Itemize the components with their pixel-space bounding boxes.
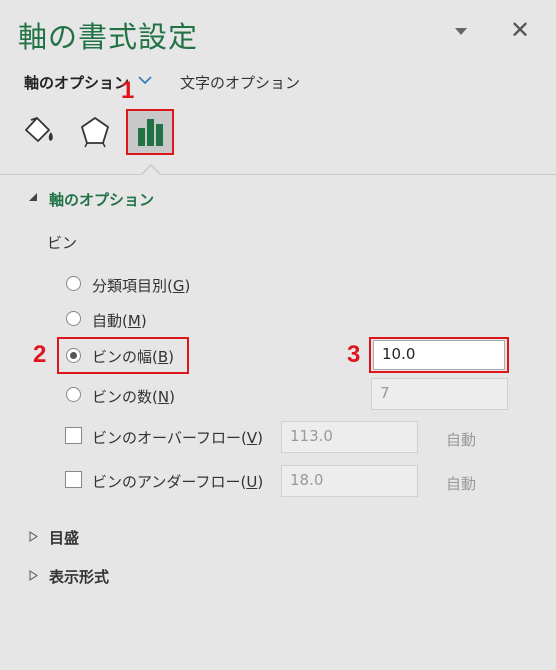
bin-width-radio[interactable] [66,348,81,363]
tab-axis-options[interactable]: 軸のオプション [24,72,129,93]
close-icon[interactable]: ✕ [510,16,530,44]
number-of-bins-label[interactable]: ビンの数(N) [92,386,175,407]
expand-triangle-icon[interactable] [29,531,38,545]
step-1-label: 1 [121,77,135,104]
step-2-label: 2 [33,341,47,368]
number-of-bins-radio[interactable] [66,387,81,402]
overflow-label[interactable]: ビンのオーバーフロー(V) [92,427,263,448]
axis-options-icon[interactable] [126,109,174,155]
fill-line-icon[interactable] [20,110,62,152]
underflow-label[interactable]: ビンのアンダーフロー(U) [92,471,263,492]
automatic-label[interactable]: 自動(M) [92,310,147,331]
expand-triangle-icon[interactable] [29,570,38,584]
overflow-auto-button[interactable]: 自動 [446,429,476,450]
step-3-label: 3 [347,341,361,368]
collapse-triangle-icon[interactable] [28,192,38,205]
by-category-label[interactable]: 分類項目別(G) [92,275,190,296]
bin-width-input[interactable]: 10.0 [373,340,505,370]
number-of-bins-input[interactable]: 7 [371,378,508,410]
section-display-format[interactable]: 表示形式 [49,566,109,587]
bins-heading: ビン [47,234,78,252]
panel-title: 軸の書式設定 [18,20,199,54]
chevron-down-icon[interactable] [138,73,152,89]
bin-width-label[interactable]: ビンの幅(B) [92,346,174,367]
underflow-auto-button[interactable]: 自動 [446,473,476,494]
overflow-checkbox[interactable] [65,427,82,444]
underflow-input[interactable]: 18.0 [281,465,418,497]
section-divider [0,174,556,175]
task-pane-options-icon[interactable] [455,28,467,35]
section-tick-marks[interactable]: 目盛 [49,527,79,548]
effects-icon[interactable] [74,110,116,152]
overflow-input[interactable]: 113.0 [281,421,418,453]
automatic-radio[interactable] [66,311,81,326]
underflow-checkbox[interactable] [65,471,82,488]
section-axis-options[interactable]: 軸のオプション [49,189,154,210]
by-category-radio[interactable] [66,276,81,291]
tab-text-options[interactable]: 文字のオプション [180,72,300,93]
